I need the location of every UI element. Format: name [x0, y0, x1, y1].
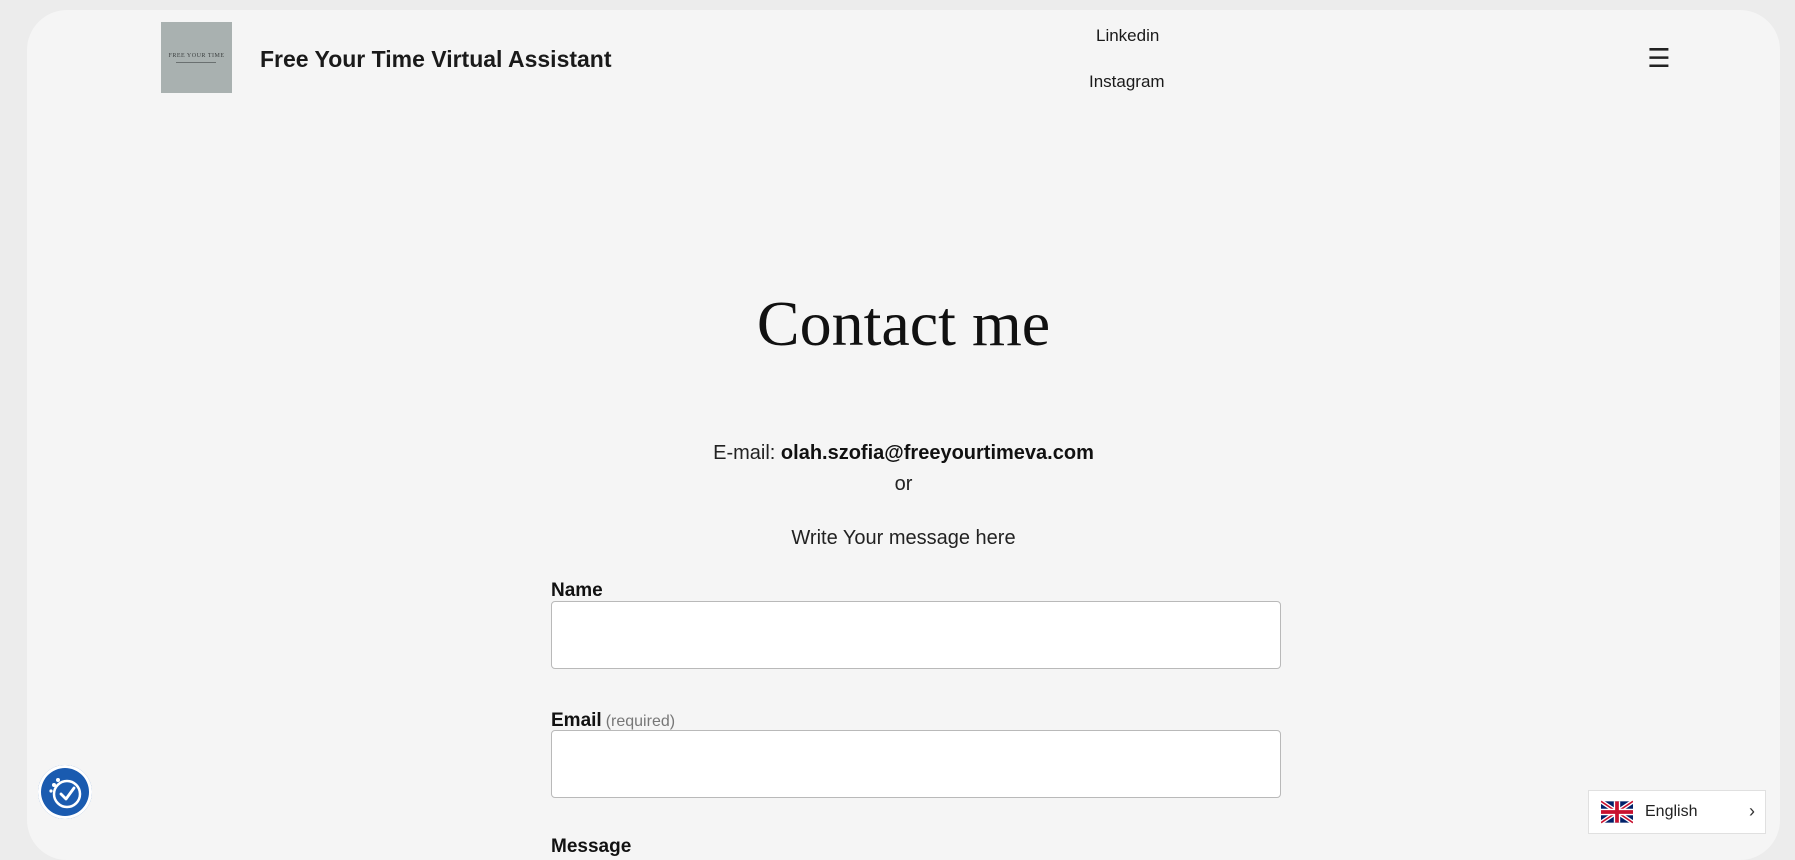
uk-flag-icon [1601, 800, 1633, 824]
language-label: English [1645, 803, 1698, 820]
language-switcher[interactable]: English › [1588, 790, 1766, 834]
email-input[interactable] [551, 730, 1281, 798]
email-address[interactable]: olah.szofia@freeyourtimeva.com [781, 442, 1094, 464]
required-hint: (required) [605, 713, 676, 730]
write-message-prompt: Write Your message here [791, 527, 1016, 549]
logo-wordmark: FREE YOUR TIME [168, 53, 224, 63]
name-label: Name [551, 580, 603, 601]
name-input[interactable] [551, 601, 1281, 669]
chevron-right-icon: › [1749, 801, 1755, 821]
hamburger-icon[interactable]: ☰ [1645, 44, 1673, 72]
page: FREE YOUR TIME Free Your Time Virtual As… [27, 10, 1780, 860]
page-title: Contact me [756, 288, 1051, 359]
accessibility-button[interactable] [38, 765, 92, 819]
site-logo[interactable]: FREE YOUR TIME [161, 22, 232, 93]
nav-link-instagram[interactable]: Instagram [1089, 72, 1165, 92]
accessibility-icon [49, 778, 82, 809]
email-prefix: E-mail: [713, 442, 776, 464]
nav-link-linkedin[interactable]: Linkedin [1096, 26, 1159, 46]
or-text: or [894, 473, 913, 495]
email-line: E-mail: olah.szofia@freeyourtimeva.com [27, 442, 1780, 465]
message-label: Message [551, 836, 632, 857]
email-label: Email (required) [551, 710, 675, 732]
site-title[interactable]: Free Your Time Virtual Assistant [260, 46, 612, 73]
email-label-text: Email [551, 710, 602, 731]
